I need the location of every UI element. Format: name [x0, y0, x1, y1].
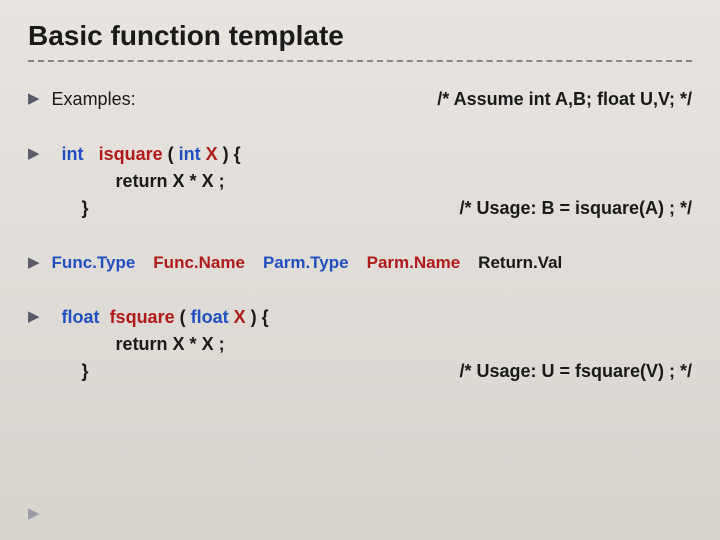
fsquare-close-brace: } [62, 358, 89, 385]
bullet-legend: ▶ Func.Type Func.Name Parm.Type Parm.Nam… [28, 250, 692, 276]
footer-bullet-icon: ▶ [28, 504, 40, 522]
bullet-icon: ▶ [28, 253, 40, 271]
isquare-return: return X * X ; [62, 168, 692, 195]
isquare-signature: int isquare ( int X ) { [62, 141, 692, 168]
legend-parmtype: Parm.Type [263, 250, 349, 276]
fsquare-usage: /* Usage: U = fsquare(V) ; */ [459, 358, 692, 385]
slide-title: Basic function template [28, 20, 692, 62]
legend-funcname: Func.Name [153, 250, 245, 276]
examples-label: Examples: [52, 86, 136, 113]
bullet-isquare: ▶ int isquare ( int X ) { return X * X ;… [28, 141, 692, 222]
bullet-examples: ▶ Examples: /* Assume int A,B; float U,V… [28, 86, 692, 113]
bullet-fsquare: ▶ float fsquare ( float X ) { return X *… [28, 304, 692, 385]
fsquare-return: return X * X ; [62, 331, 692, 358]
assume-comment: /* Assume int A,B; float U,V; */ [437, 86, 692, 113]
fsquare-signature: float fsquare ( float X ) { [62, 304, 692, 331]
legend-returnval: Return.Val [478, 250, 562, 276]
isquare-usage: /* Usage: B = isquare(A) ; */ [459, 195, 692, 222]
isquare-close-brace: } [62, 195, 89, 222]
bullet-icon: ▶ [28, 144, 40, 162]
legend-functype: Func.Type [52, 250, 136, 276]
bullet-icon: ▶ [28, 307, 40, 325]
legend-parmname: Parm.Name [367, 250, 461, 276]
bullet-icon: ▶ [28, 89, 40, 107]
